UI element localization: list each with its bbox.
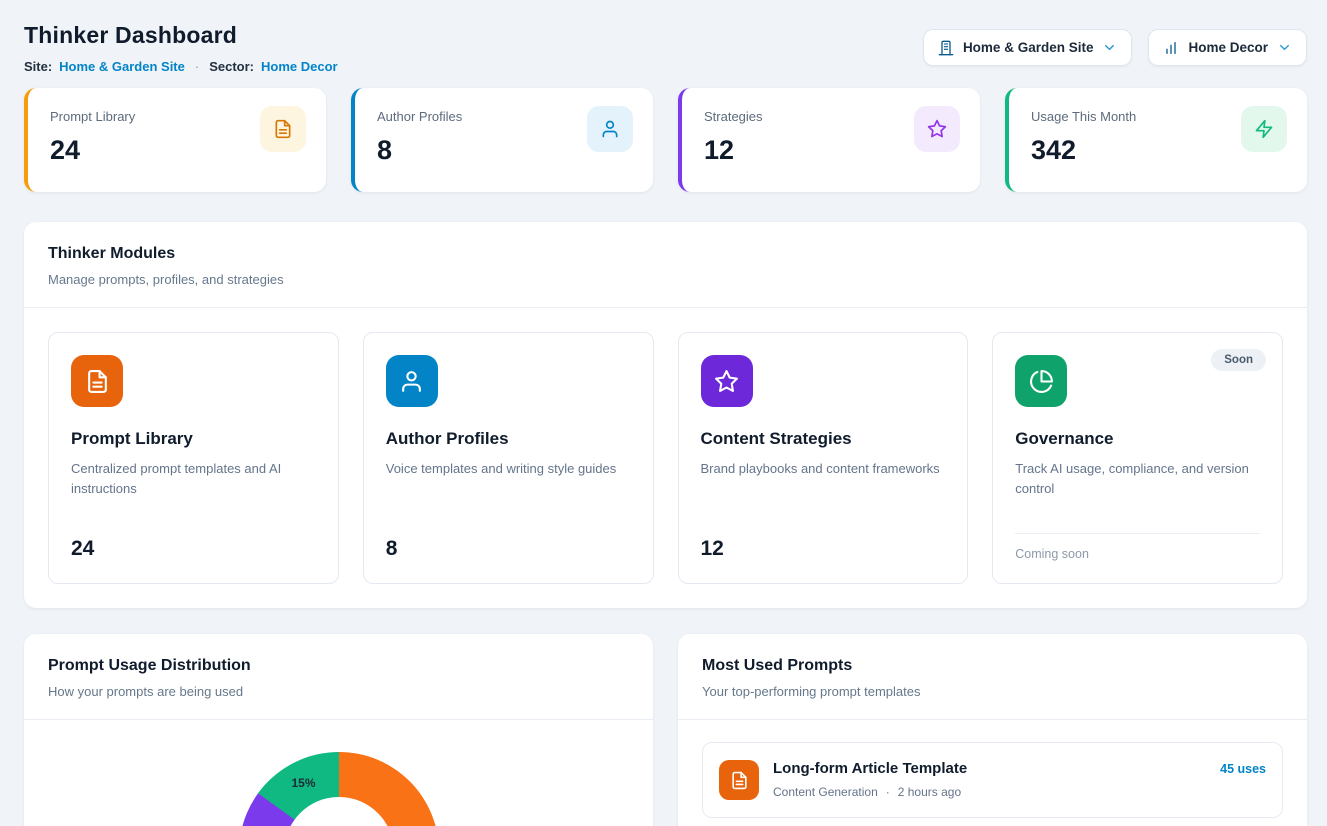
page-title: Thinker Dashboard [24, 22, 338, 49]
prompt-item-text: Long-form Article Template Content Gener… [773, 760, 967, 799]
coming-soon-label: Coming soon [1015, 533, 1260, 561]
prompts-card-header: Most Used Prompts Your top-performing pr… [678, 634, 1307, 720]
document-icon [260, 106, 306, 152]
module-description: Voice templates and writing style guides [386, 459, 631, 479]
user-icon [386, 355, 438, 407]
modules-panel-header: Thinker Modules Manage prompts, profiles… [24, 222, 1307, 308]
module-description: Brand playbooks and content frameworks [701, 459, 946, 479]
module-title: Author Profiles [386, 429, 631, 449]
usage-subtitle: How your prompts are being used [48, 684, 629, 699]
stat-card-usage: Usage This Month 342 [1005, 88, 1307, 192]
prompt-item-meta: Content Generation · 2 hours ago [773, 785, 967, 799]
page-header: Thinker Dashboard Site: Home & Garden Si… [24, 22, 1307, 74]
usage-chart-body: 15% [24, 752, 653, 826]
module-count: 8 [386, 537, 631, 561]
module-description: Track AI usage, compliance, and version … [1015, 459, 1260, 499]
modules-subtitle: Manage prompts, profiles, and strategies [48, 272, 1283, 287]
document-icon [719, 760, 759, 800]
prompt-uses-count: 45 uses [1220, 762, 1266, 776]
soon-badge: Soon [1211, 349, 1266, 371]
prompt-item-title: Long-form Article Template [773, 760, 967, 777]
most-used-prompts-card: Most Used Prompts Your top-performing pr… [678, 634, 1307, 826]
prompts-subtitle: Your top-performing prompt templates [702, 684, 1283, 699]
module-description: Centralized prompt templates and AI inst… [71, 459, 316, 499]
prompts-title: Most Used Prompts [702, 657, 1283, 675]
list-item[interactable]: Long-form Article Template Content Gener… [702, 742, 1283, 818]
stats-row: Prompt Library 24 Author Profiles 8 Stra… [24, 88, 1307, 192]
star-icon [701, 355, 753, 407]
usage-donut: 15% [239, 752, 439, 826]
chevron-down-icon [1277, 40, 1292, 55]
prompt-item-time: 2 hours ago [898, 785, 961, 799]
modules-grid: Prompt Library Centralized prompt templa… [24, 308, 1307, 608]
thinker-modules-panel: Thinker Modules Manage prompts, profiles… [24, 222, 1307, 608]
module-card-prompt-library[interactable]: Prompt Library Centralized prompt templa… [48, 332, 339, 584]
site-selector-dropdown[interactable]: Home & Garden Site [923, 29, 1133, 66]
meta-separator: · [886, 785, 890, 799]
stat-card-strategies: Strategies 12 [678, 88, 980, 192]
sector-selector-dropdown[interactable]: Home Decor [1148, 29, 1307, 66]
module-count: 12 [701, 537, 946, 561]
module-card-content-strategies[interactable]: Content Strategies Brand playbooks and c… [678, 332, 969, 584]
stat-card-author-profiles: Author Profiles 8 [351, 88, 653, 192]
lightning-icon [1241, 106, 1287, 152]
meta-separator: · [195, 59, 199, 74]
module-title: Prompt Library [71, 429, 316, 449]
site-meta: Site: Home & Garden Site · Sector: Home … [24, 59, 338, 74]
dashboard-page: Thinker Dashboard Site: Home & Garden Si… [0, 0, 1327, 826]
building-icon [938, 40, 954, 56]
prompt-item-category: Content Generation [773, 785, 878, 799]
bar-chart-icon [1163, 40, 1179, 56]
usage-distribution-card: Prompt Usage Distribution How your promp… [24, 634, 653, 826]
bottom-row: Prompt Usage Distribution How your promp… [24, 634, 1307, 826]
site-label: Site: [24, 59, 52, 74]
sector-label: Sector: [209, 59, 254, 74]
user-icon [587, 106, 633, 152]
prompts-list: Long-form Article Template Content Gener… [678, 720, 1307, 826]
site-selector-label: Home & Garden Site [963, 40, 1094, 55]
star-icon [914, 106, 960, 152]
sector-link[interactable]: Home Decor [261, 59, 338, 74]
chevron-down-icon [1102, 40, 1117, 55]
sector-selector-label: Home Decor [1188, 40, 1268, 55]
title-block: Thinker Dashboard Site: Home & Garden Si… [24, 22, 338, 74]
module-card-author-profiles[interactable]: Author Profiles Voice templates and writ… [363, 332, 654, 584]
donut-percent-label: 15% [291, 776, 315, 790]
stat-card-prompt-library: Prompt Library 24 [24, 88, 326, 192]
pie-chart-icon [1015, 355, 1067, 407]
document-icon [71, 355, 123, 407]
site-link[interactable]: Home & Garden Site [59, 59, 185, 74]
module-count: 24 [71, 537, 316, 561]
module-title: Content Strategies [701, 429, 946, 449]
modules-title: Thinker Modules [48, 245, 1283, 263]
header-selectors: Home & Garden Site Home Decor [923, 29, 1307, 66]
module-card-governance[interactable]: Soon Governance Track AI usage, complian… [992, 332, 1283, 584]
module-title: Governance [1015, 429, 1260, 449]
usage-title: Prompt Usage Distribution [48, 657, 629, 675]
usage-card-header: Prompt Usage Distribution How your promp… [24, 634, 653, 720]
